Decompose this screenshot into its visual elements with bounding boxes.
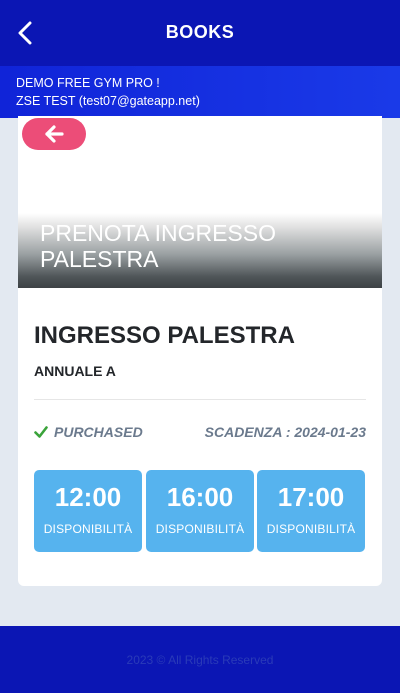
slot-availability-label: DISPONIBILITÀ — [266, 522, 356, 536]
slot-time: 17:00 — [277, 482, 345, 512]
time-slot-button[interactable]: 12:00 DISPONIBILITÀ — [34, 470, 142, 552]
divider — [34, 399, 366, 400]
banner: PRENOTA INGRESSO PALESTRA — [18, 213, 382, 288]
expiry-date: SCADENZA : 2024-01-23 — [204, 424, 366, 440]
footer-copyright: 2023 © All Rights Reserved — [126, 652, 274, 667]
time-slot-button[interactable]: 17:00 DISPONIBILITÀ — [257, 470, 365, 552]
top-app-bar: BOOKS — [0, 0, 400, 66]
slot-availability-label: DISPONIBILITÀ — [155, 522, 245, 536]
banner-title: PRENOTA INGRESSO PALESTRA — [40, 220, 277, 272]
time-slots: 12:00 DISPONIBILITÀ 16:00 DISPONIBILITÀ … — [34, 470, 366, 552]
status-label: PURCHASED — [54, 424, 143, 440]
footer: 2023 © All Rights Reserved — [0, 626, 400, 693]
booking-card: PRENOTA INGRESSO PALESTRA INGRESSO PALES… — [18, 116, 382, 586]
product-title: INGRESSO PALESTRA — [34, 322, 295, 349]
account-info-bar: DEMO FREE GYM PRO ! ZSE TEST (test07@gat… — [0, 66, 400, 118]
slot-time: 16:00 — [166, 482, 234, 512]
user-info: ZSE TEST (test07@gateapp.net) — [16, 94, 200, 108]
slot-time: 12:00 — [54, 482, 122, 512]
card-back-button[interactable] — [22, 118, 86, 150]
time-slot-button[interactable]: 16:00 DISPONIBILITÀ — [146, 470, 254, 552]
purchase-status: PURCHASED — [34, 424, 143, 440]
page-title: BOOKS — [165, 22, 235, 42]
arrow-left-icon — [45, 125, 64, 143]
product-subtitle: ANNUALE A — [34, 363, 116, 379]
gym-name: DEMO FREE GYM PRO ! — [16, 76, 160, 90]
check-icon — [34, 426, 48, 438]
slot-availability-label: DISPONIBILITÀ — [43, 522, 133, 536]
